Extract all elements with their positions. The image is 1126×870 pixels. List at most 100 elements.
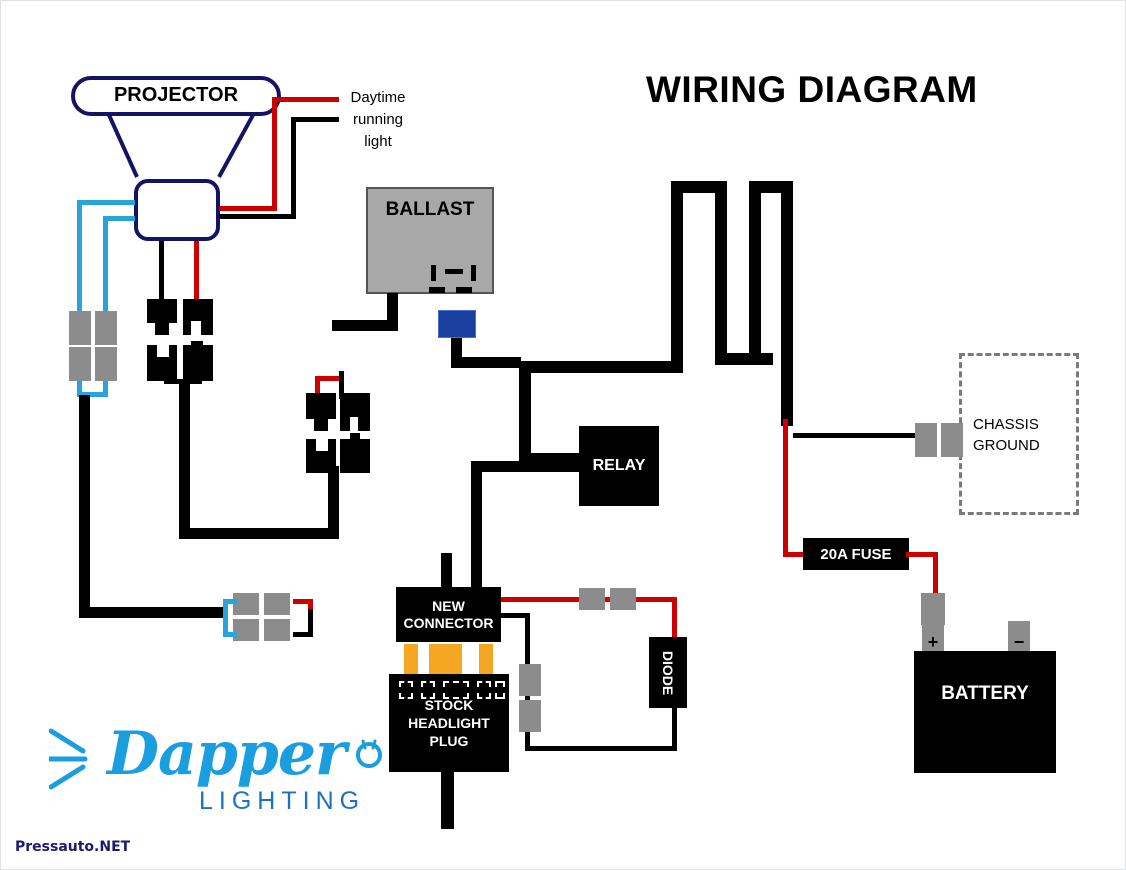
watermark: Pressauto.NET — [15, 839, 131, 855]
plug-slot-4 — [477, 681, 491, 699]
chassis-ground-line-2: GROUND — [973, 437, 1040, 454]
bus-wire-vertical-4 — [781, 181, 793, 426]
blue-connector-block — [438, 310, 476, 338]
logo-brand-name: Dapper — [107, 719, 347, 789]
connector-pin-3 — [479, 644, 493, 674]
ballast-pin-center — [445, 269, 463, 274]
plug-slot-5 — [495, 681, 505, 699]
drl-black-wire-to-housing — [219, 214, 296, 219]
wiring-diagram-canvas: WIRING DIAGRAM PROJECTOR Daytime running… — [0, 0, 1126, 870]
interlock-right-wire — [179, 528, 339, 539]
housing-red-wire — [194, 241, 199, 303]
bus-wire-horizontal-left — [519, 361, 683, 373]
drl-black-wire-vertical — [291, 117, 296, 218]
battery-label: BATTERY — [941, 683, 1029, 704]
blue-connector-wire-right — [451, 357, 521, 368]
ground-wire-left-horizontal — [79, 607, 225, 618]
page-title: WIRING DIAGRAM — [646, 69, 978, 110]
plug-slot-1 — [399, 681, 413, 699]
stock-plug-line-2: HEADLIGHT — [408, 715, 490, 731]
ballast-pin-left — [431, 265, 436, 281]
fuse-box: 20A FUSE — [803, 538, 909, 570]
relay-box: RELAY — [579, 426, 659, 506]
bus-wire-vertical-2 — [715, 181, 727, 353]
diode-return-pad-a — [519, 664, 541, 696]
bus-wire-into-relay-bottom — [471, 461, 591, 472]
ballast-tab-left — [429, 287, 445, 293]
connector-pad-left-c — [69, 347, 91, 381]
diode-pad-a — [579, 588, 605, 610]
diode-return-pad-b — [519, 700, 541, 732]
diode-label: DIODE — [660, 650, 676, 695]
fuse-feed-wire-vertical — [783, 419, 788, 555]
logo-subtitle: LIGHTING — [199, 787, 366, 815]
drl-red-wire-top — [277, 97, 339, 102]
chassis-ground-label: CHASSIS GROUND — [973, 414, 1081, 456]
ballast-pin-right — [471, 265, 476, 281]
connector-pad-mid-b — [264, 593, 290, 615]
chassis-ground-line-1: CHASSIS — [973, 416, 1039, 433]
connector-pad-left-a — [69, 311, 91, 345]
projector-label: PROJECTOR — [113, 84, 239, 106]
interlock-down-wire — [179, 381, 190, 539]
mid-pad-black-wire-vertical — [308, 609, 313, 636]
drl-line-1: Daytime — [350, 89, 406, 106]
chassis-pad-b — [941, 423, 963, 457]
chassis-ground-wire — [793, 433, 917, 438]
connector-pad-mid-c — [233, 619, 259, 641]
connector-pad-mid-d — [264, 619, 290, 641]
new-connector-line-1: NEW — [432, 597, 465, 614]
new-connector-line-2: CONNECTOR — [403, 614, 494, 631]
diode-return-wire-top — [501, 613, 529, 618]
ballast-label: BALLAST — [385, 199, 475, 220]
battery-box: BATTERY — [914, 651, 1056, 773]
fuse-label: 20A FUSE — [820, 545, 892, 563]
drl-line-3: light — [364, 133, 392, 150]
diode-red-wire-vertical — [672, 597, 677, 641]
new-connector-box: NEW CONNECTOR — [396, 587, 501, 642]
relay-label: RELAY — [592, 457, 646, 474]
bus-wire-vertical-3 — [749, 181, 761, 365]
plug-slot-3 — [443, 681, 469, 699]
bus-wire-vertical-1 — [671, 181, 683, 361]
interlock-connector-mid-lower — [306, 433, 370, 473]
fuse-out-wire-vertical — [933, 552, 938, 596]
battery-positive-symbol: + — [927, 631, 939, 652]
chassis-pad-a — [915, 423, 937, 457]
ground-wire-left-vertical — [79, 395, 90, 607]
diode-pad-b — [610, 588, 636, 610]
bus-wire-down-to-relay — [519, 361, 531, 465]
plug-icon — [356, 739, 382, 768]
connector-pin-1 — [404, 644, 418, 674]
lightbulb-rays-icon — [49, 728, 88, 790]
drl-red-wire-vertical — [272, 97, 277, 210]
lowbeam-blue-wire-1-top — [77, 200, 135, 205]
drl-black-wire-top — [291, 117, 339, 122]
stock-plug-tail-wire — [441, 771, 454, 829]
lowbeam-blue-wire-1-vertical — [77, 200, 82, 312]
ballast-tab-right — [456, 287, 472, 293]
connector-pad-left-b — [95, 311, 117, 345]
ballast-output-wire-horizontal — [332, 320, 398, 331]
dapper-lighting-logo: Dapper LIGHTING — [49, 717, 389, 825]
daytime-running-light-label: Daytime running light — [338, 87, 418, 153]
drl-red-wire-to-housing — [219, 206, 277, 211]
connector-pad-left-d — [95, 347, 117, 381]
diode-box: DIODE — [649, 637, 687, 708]
stock-plug-line-3: PLUG — [429, 733, 469, 749]
plug-slot-2 — [421, 681, 435, 699]
housing-black-wire — [159, 241, 164, 303]
drl-line-2: running — [352, 111, 404, 128]
bus-wire-bottom-1 — [715, 353, 773, 365]
diode-black-wire-vertical — [672, 706, 677, 750]
projector-housing — [134, 179, 220, 241]
mid-pad-blue-wire-top — [223, 599, 237, 604]
battery-negative-symbol: − — [1013, 631, 1025, 652]
mid-pad-blue-wire-bottom — [223, 632, 237, 637]
bus-wire-relay-to-connector — [471, 461, 482, 601]
lowbeam-blue-wire-2-vertical — [103, 216, 108, 312]
diode-black-wire-horizontal — [525, 746, 677, 751]
connector-pin-2 — [429, 644, 462, 674]
connector-pad-mid-a — [233, 593, 259, 615]
new-connector-top-wire — [441, 553, 452, 589]
